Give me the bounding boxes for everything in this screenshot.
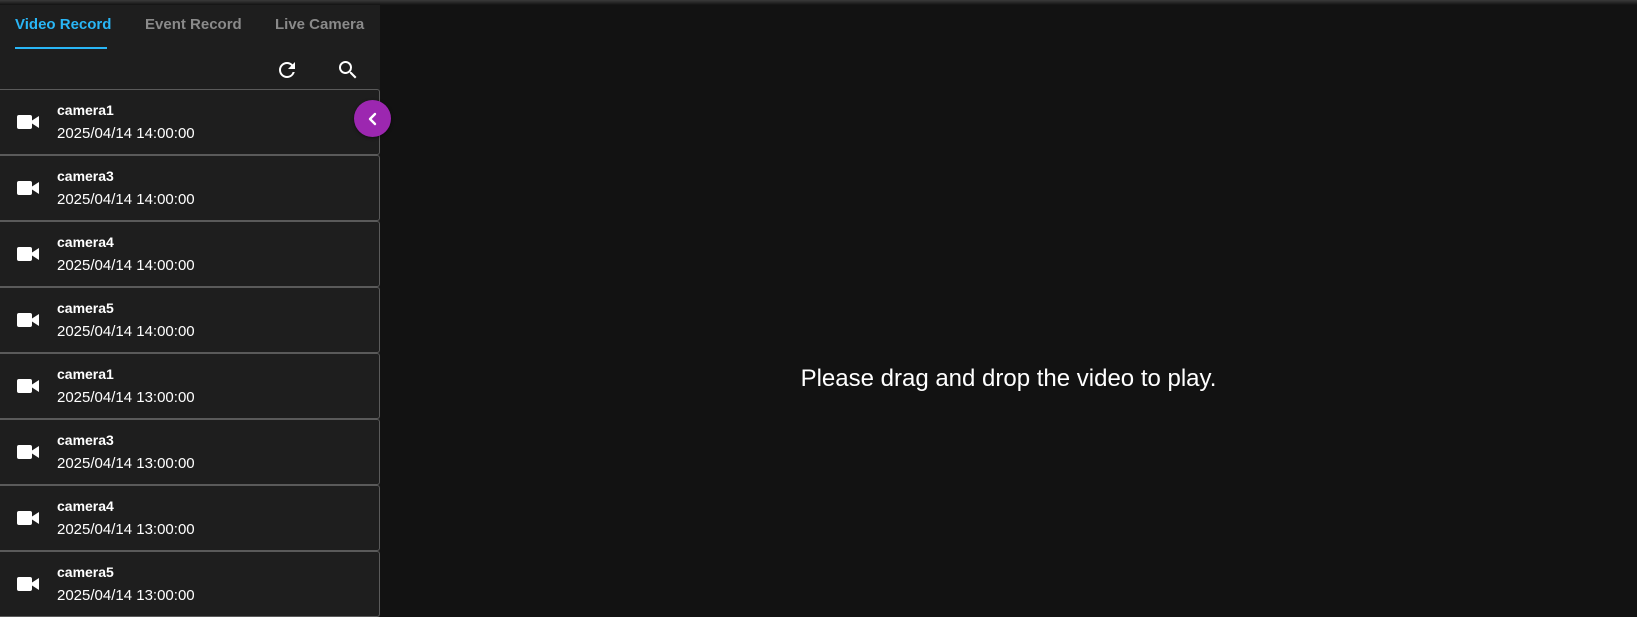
search-icon [339, 61, 357, 79]
record-timestamp: 2025/04/14 14:00:00 [57, 191, 195, 208]
record-item[interactable]: camera4 2025/04/14 13:00:00 [0, 485, 380, 551]
videocam-icon [17, 577, 39, 591]
chevron-left-icon [368, 112, 376, 125]
record-toolbar [0, 52, 380, 90]
record-item[interactable]: camera5 2025/04/14 13:00:00 [0, 551, 380, 617]
record-camera-name: camera1 [57, 102, 114, 118]
record-camera-name: camera5 [57, 300, 114, 316]
record-timestamp: 2025/04/14 14:00:00 [57, 323, 195, 340]
refresh-icon [279, 62, 295, 78]
record-camera-name: camera3 [57, 432, 114, 448]
videocam-icon [17, 247, 39, 261]
videocam-icon [17, 313, 39, 327]
record-camera-name: camera3 [57, 168, 114, 184]
tab-live-camera[interactable]: Live Camera [275, 16, 364, 52]
record-timestamp: 2025/04/14 13:00:00 [57, 587, 195, 604]
search-button[interactable] [333, 55, 363, 85]
videocam-icon [17, 511, 39, 525]
record-camera-name: camera4 [57, 498, 114, 514]
record-timestamp: 2025/04/14 13:00:00 [57, 521, 195, 538]
videocam-icon [17, 115, 39, 129]
record-camera-name: camera5 [57, 564, 114, 580]
record-item[interactable]: camera1 2025/04/14 13:00:00 [0, 353, 380, 419]
videocam-icon [17, 445, 39, 459]
record-item[interactable]: camera5 2025/04/14 14:00:00 [0, 287, 380, 353]
tab-bar: Video Record Event Record Live Camera [0, 0, 380, 52]
record-camera-name: camera1 [57, 366, 114, 382]
videocam-icon [17, 181, 39, 195]
app-root: Video Record Event Record Live Camera ca… [0, 0, 1637, 617]
record-timestamp: 2025/04/14 13:00:00 [57, 389, 195, 406]
drop-placeholder-text: Please drag and drop the video to play. [800, 365, 1217, 392]
active-tab-indicator [15, 47, 107, 49]
record-item[interactable]: camera3 2025/04/14 13:00:00 [0, 419, 380, 485]
record-item[interactable]: camera1 2025/04/14 14:00:00 [0, 89, 380, 155]
videocam-icon [17, 379, 39, 393]
record-timestamp: 2025/04/14 13:00:00 [57, 455, 195, 472]
refresh-button[interactable] [272, 55, 302, 85]
record-timestamp: 2025/04/14 14:00:00 [57, 125, 195, 142]
top-shadow [0, 0, 1637, 5]
sidebar: Video Record Event Record Live Camera ca… [0, 0, 380, 617]
collapse-sidebar-button[interactable] [354, 100, 391, 137]
video-player-area[interactable]: Please drag and drop the video to play. [380, 0, 1637, 617]
record-item[interactable]: camera3 2025/04/14 14:00:00 [0, 155, 380, 221]
record-timestamp: 2025/04/14 14:00:00 [57, 257, 195, 274]
record-item[interactable]: camera4 2025/04/14 14:00:00 [0, 221, 380, 287]
record-camera-name: camera4 [57, 234, 114, 250]
tab-event-record[interactable]: Event Record [145, 16, 242, 52]
record-list: camera1 2025/04/14 14:00:00 camera3 2025… [0, 89, 380, 617]
